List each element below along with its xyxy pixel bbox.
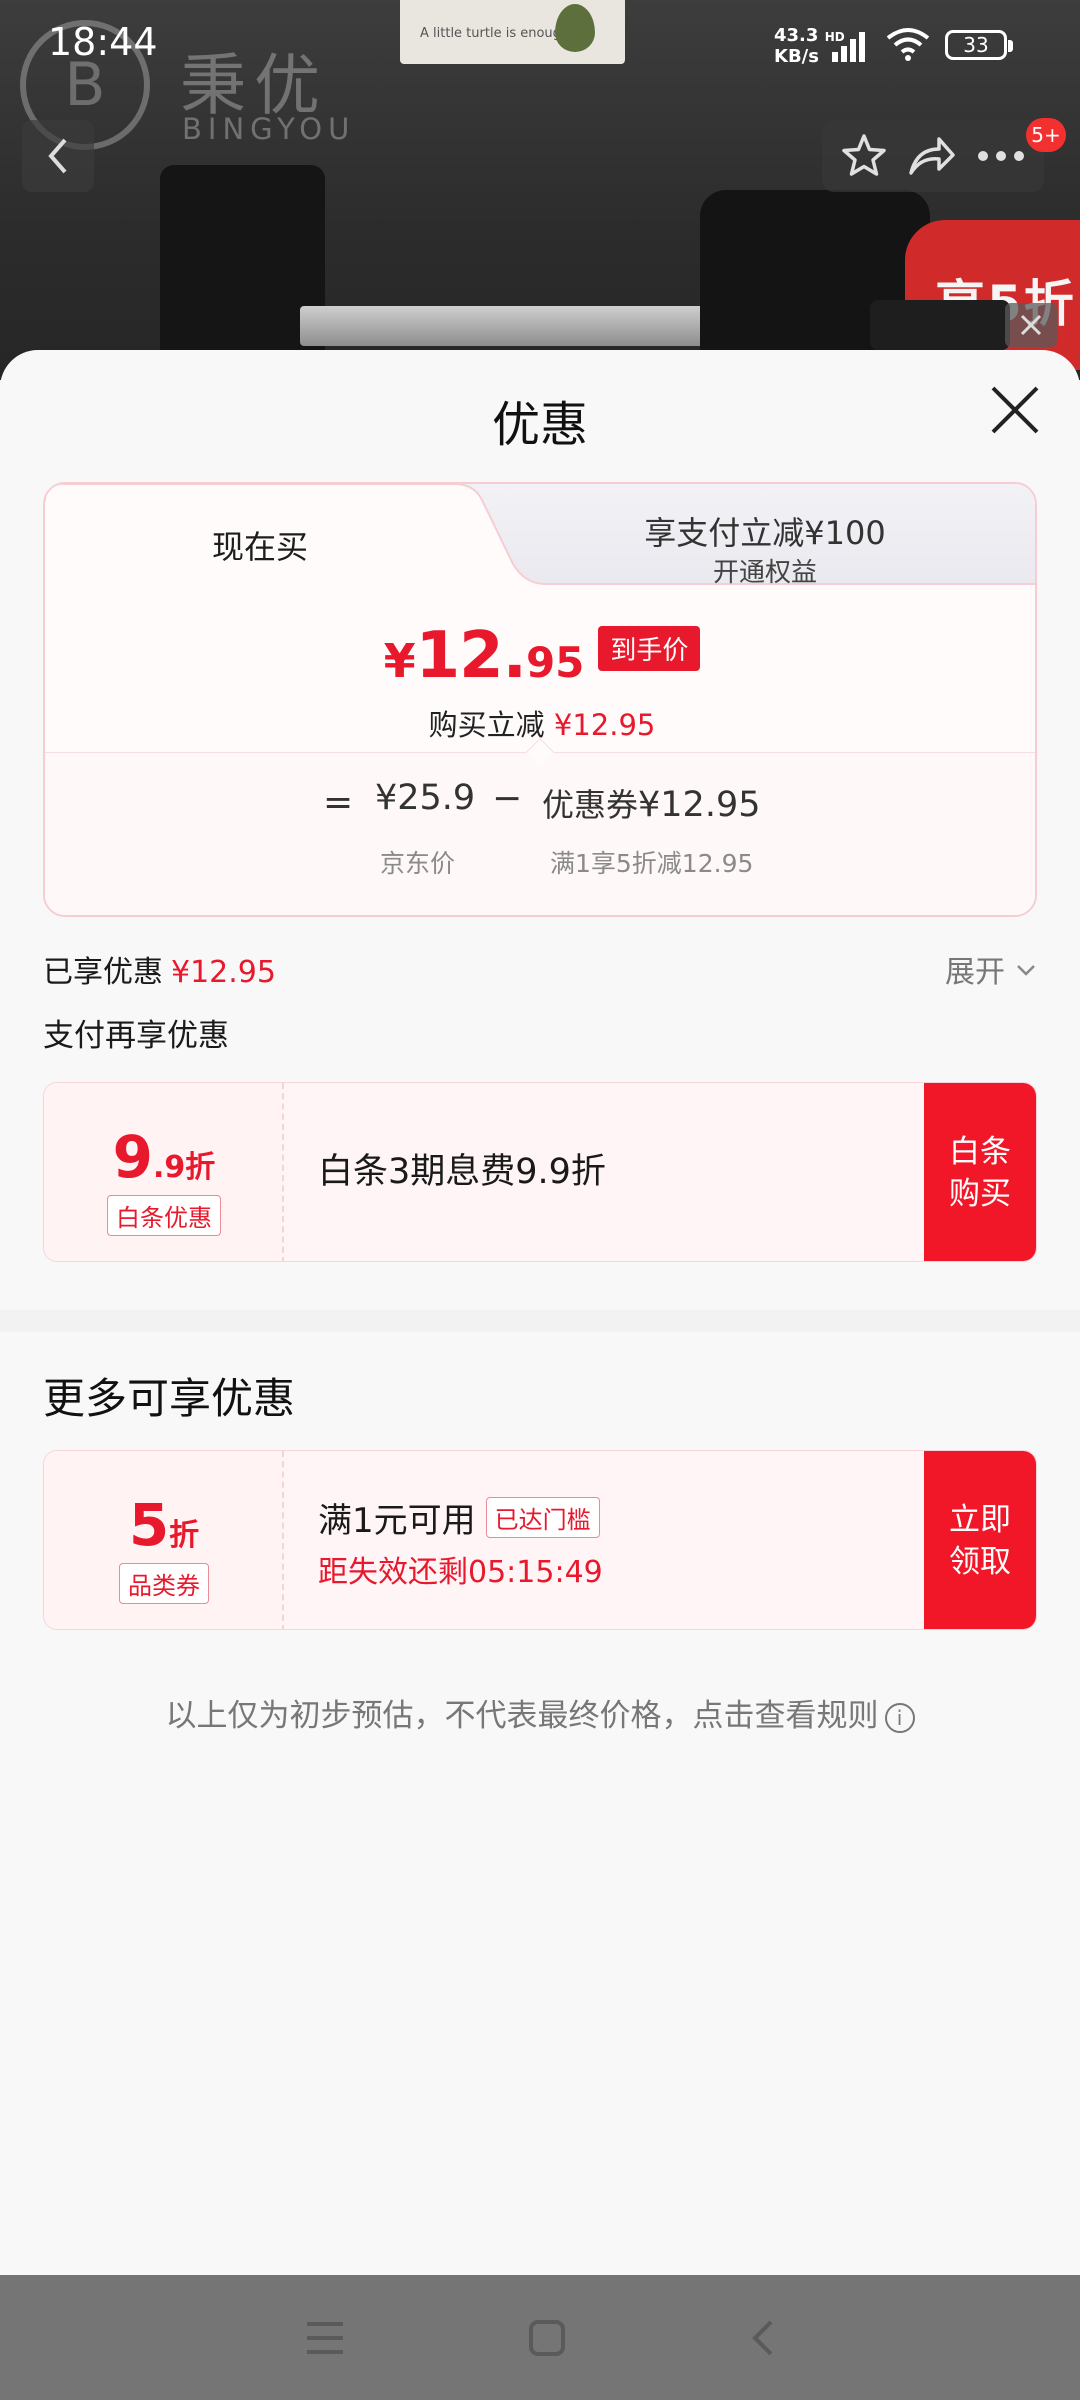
minus-sign: − — [492, 778, 523, 819]
final-price-tag: 到手价 — [598, 625, 701, 671]
favorite-star-icon[interactable] — [840, 132, 888, 180]
baitiao-discount-panel: 9.9折 白条优惠 — [44, 1083, 284, 1261]
coupon-condition: 满1元可用 — [318, 1501, 476, 1541]
jd-price: ¥25.9 — [375, 778, 476, 818]
back-icon[interactable] — [747, 2318, 777, 2358]
chevron-left-icon — [48, 138, 67, 174]
coupon-expiry: 距失效还剩05:15:49 — [318, 1547, 603, 1591]
discount-small: .9折 — [153, 1150, 216, 1185]
tab-pay-discount-sub[interactable]: 开通权益 — [505, 552, 1025, 589]
sheet-title: 优惠 — [491, 397, 588, 453]
top-action-bar — [822, 120, 1044, 192]
home-icon[interactable] — [527, 2318, 567, 2358]
close-icon[interactable] — [985, 380, 1045, 440]
price-decimal: 95 — [525, 638, 585, 687]
net-speed-value: 43.3 — [774, 25, 819, 46]
coupon-condition-row: 满1元可用 已达门槛 — [318, 1493, 600, 1542]
more-icon[interactable] — [976, 149, 1026, 163]
coupon-value: ¥12.95 — [638, 785, 761, 825]
reduction-value: ¥12.95 — [553, 708, 656, 742]
speaker-left — [160, 165, 325, 380]
baitiao-buy-button[interactable]: 白条 购买 — [924, 1083, 1036, 1261]
category-tag-label: 品类券 — [119, 1563, 209, 1604]
reduction-line: 购买立减 ¥12.95 — [45, 702, 1035, 744]
promo-close-button[interactable] — [1005, 303, 1057, 347]
coupon-amount: 优惠券¥12.95 — [542, 780, 760, 826]
section-divider — [0, 1310, 1080, 1332]
discount-sheet: 优惠 现在买 享支付立减¥100 开通权益 ¥ 12. 95 到手价 购买立减 … — [0, 350, 1080, 2275]
discount-big: 5 — [128, 1491, 170, 1559]
coupon-description: 满1享5折减12.95 — [550, 849, 754, 878]
tab-pay-discount[interactable]: 享支付立减¥100 — [505, 508, 1025, 554]
category-tag: 品类券 — [44, 1563, 284, 1604]
enjoyed-value: ¥12.95 — [171, 955, 276, 990]
enjoyed-discount: 已享优惠 ¥12.95 — [43, 947, 276, 991]
chevron-down-icon[interactable] — [1016, 960, 1036, 980]
tab-buy-now[interactable]: 现在买 — [45, 522, 475, 568]
more-offers-title: 更多可享优惠 — [43, 1374, 296, 1423]
discount-big: 9 — [112, 1123, 154, 1191]
price-card: 现在买 享支付立减¥100 开通权益 ¥ 12. 95 到手价 购买立减 ¥12… — [43, 482, 1037, 917]
baitiao-tag: 白条优惠 — [44, 1195, 284, 1236]
price-breakdown — [45, 752, 1035, 915]
equals-sign: = — [323, 782, 354, 823]
claim-coupon-button[interactable]: 立即 领取 — [924, 1451, 1036, 1629]
baitiao-offer-card: 9.9折 白条优惠 白条3期息费9.9折 白条 购买 — [43, 1082, 1037, 1262]
threshold-reached-tag: 已达门槛 — [485, 1497, 600, 1538]
baitiao-tag-label: 白条优惠 — [107, 1195, 221, 1236]
notification-badge: 5+ — [1026, 118, 1066, 152]
reduction-label: 购买立减 — [428, 708, 545, 742]
shelf — [300, 306, 720, 346]
notice-text: 以上仅为初步预估，不代表最终价格，点击查看规则 — [165, 1698, 879, 1734]
close-icon — [1020, 314, 1042, 336]
system-nav-bar — [0, 2275, 1080, 2400]
baitiao-discount: 9.9折 — [44, 1123, 284, 1191]
battery-indicator: 33 — [945, 30, 1013, 60]
expiry-label: 距失效还剩 — [318, 1555, 468, 1590]
price-symbol: ¥ — [383, 634, 416, 688]
price-notice[interactable]: 以上仅为初步预估，不代表最终价格，点击查看规则 i — [0, 1690, 1080, 1735]
share-icon[interactable] — [907, 133, 957, 179]
expiry-countdown: 05:15:49 — [468, 1555, 603, 1590]
category-discount: 5折 — [44, 1491, 284, 1559]
back-button[interactable] — [22, 120, 94, 192]
enjoyed-label: 已享优惠 — [43, 955, 163, 990]
final-price: ¥ 12. 95 到手价 — [45, 619, 1035, 693]
coupon-label: 优惠券 — [542, 786, 639, 824]
discount-small: 折 — [169, 1518, 200, 1553]
category-discount-panel: 5折 品类券 — [44, 1451, 284, 1629]
small-device — [870, 300, 1010, 350]
status-bar: 18:44 43.3 HD KB/s 33 — [0, 0, 1080, 90]
menu-icon[interactable] — [303, 2318, 347, 2358]
pay-more-title: 支付再享优惠 — [43, 1018, 229, 1054]
status-time: 18:44 — [48, 20, 158, 64]
baitiao-description: 白条3期息费9.9折 — [318, 1152, 606, 1192]
signal-icon — [832, 32, 865, 62]
brand-name-en: BINGYOU — [182, 112, 356, 146]
expand-button[interactable]: 展开 — [945, 947, 1005, 991]
category-coupon-card: 5折 品类券 满1元可用 已达门槛 距失效还剩05:15:49 立即 领取 — [43, 1450, 1037, 1630]
jd-price-label: 京东价 — [380, 849, 456, 878]
info-icon[interactable]: i — [884, 1702, 915, 1733]
price-integer: 12. — [415, 619, 527, 693]
wifi-icon — [886, 28, 930, 61]
